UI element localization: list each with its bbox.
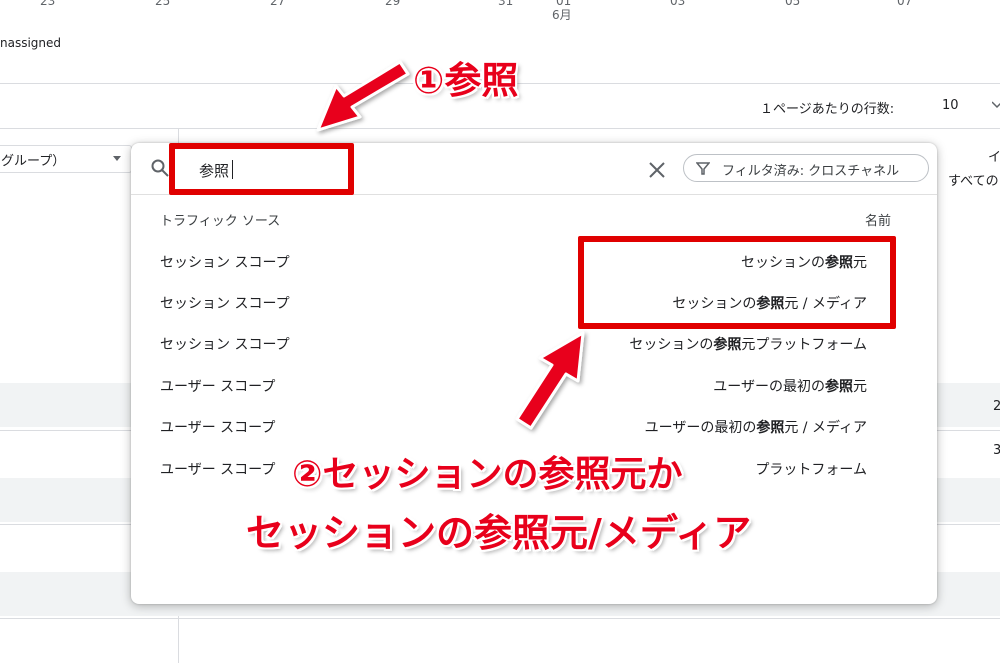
- annotation-step2-line2: セッションの参照元/メディア: [246, 511, 752, 555]
- arrow-icon: [316, 60, 410, 132]
- annotation-step1: ①参照: [413, 59, 519, 102]
- arrow-icon: [515, 331, 585, 430]
- annotation-step2-line1: ②セッションの参照元か: [292, 454, 683, 495]
